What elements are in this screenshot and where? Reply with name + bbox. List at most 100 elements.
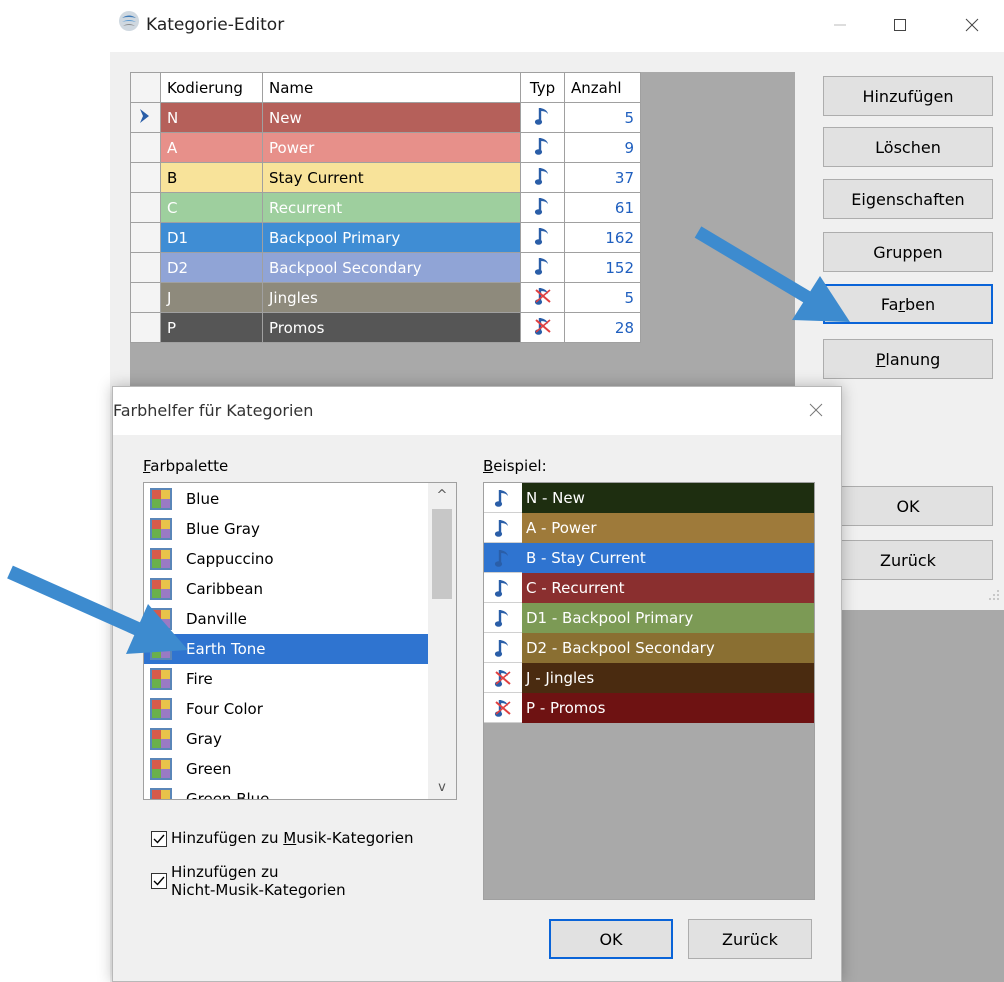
add-to-music-checkbox[interactable]: Hinzufügen zu Musik-Kategorien [151, 829, 413, 847]
category-grid[interactable]: Kodierung Name Typ Anzahl N New 5 A Power 9 B S… [130, 72, 641, 343]
cell-code[interactable]: A [160, 132, 263, 163]
cell-count[interactable]: 9 [564, 132, 641, 163]
palette-item[interactable]: Green Blue [144, 784, 428, 799]
cell-count[interactable]: 37 [564, 162, 641, 193]
column-header-count[interactable]: Anzahl [564, 72, 641, 103]
main-back-label: Zurück [880, 550, 936, 570]
cell-code[interactable]: J [160, 282, 263, 313]
cell-count[interactable]: 5 [564, 102, 641, 133]
delete-button[interactable]: Löschen [823, 127, 993, 167]
cell-code[interactable]: D2 [160, 252, 263, 283]
cell-code[interactable]: N [160, 102, 263, 133]
dialog-ok-button[interactable]: OK [549, 919, 673, 959]
cell-code[interactable]: P [160, 312, 263, 343]
palette-item[interactable]: Blue Gray [144, 514, 428, 544]
app-icon [119, 11, 139, 31]
table-row[interactable]: D1 Backpool Primary 162 [130, 222, 641, 253]
resize-grip-icon[interactable] [987, 588, 1001, 602]
column-header-name[interactable]: Name [262, 72, 521, 103]
non-music-note-icon [520, 312, 565, 343]
main-ok-button[interactable]: OK [823, 486, 993, 526]
colors-button-label: Farben [880, 294, 936, 314]
close-button[interactable] [948, 8, 996, 42]
properties-button-label: Eigenschaften [851, 189, 965, 209]
palette-item-label: Blue [186, 490, 220, 508]
palette-swatch-icon [150, 758, 172, 780]
cell-name[interactable]: Recurrent [262, 192, 521, 223]
cell-name[interactable]: Stay Current [262, 162, 521, 193]
table-row[interactable]: J Jingles 5 [130, 282, 641, 313]
cell-code[interactable]: D1 [160, 222, 263, 253]
properties-button[interactable]: Eigenschaften [823, 179, 993, 219]
cell-name[interactable]: Backpool Primary [262, 222, 521, 253]
main-ok-label: OK [896, 496, 920, 516]
add-button-label: Hinzufügen [862, 86, 954, 106]
row-selector[interactable] [130, 282, 161, 313]
palette-item[interactable]: Gray [144, 724, 428, 754]
cell-count[interactable]: 5 [564, 282, 641, 313]
cell-name[interactable]: Promos [262, 312, 521, 343]
planning-button[interactable]: Planung [823, 339, 993, 379]
row-selector[interactable] [130, 222, 161, 253]
row-selector[interactable] [130, 252, 161, 283]
palette-item[interactable]: Four Color [144, 694, 428, 724]
cell-count[interactable]: 28 [564, 312, 641, 343]
minimize-icon [834, 24, 846, 26]
row-selector[interactable] [130, 162, 161, 193]
scroll-down-icon[interactable]: v [428, 775, 456, 799]
cell-code[interactable]: C [160, 192, 263, 223]
dialog-close-icon[interactable] [805, 399, 827, 421]
checkbox-nonmusic-box[interactable] [151, 873, 167, 889]
example-row: N - New [484, 483, 814, 513]
scroll-thumb[interactable] [432, 509, 452, 599]
example-row: A - Power [484, 513, 814, 543]
checkbox-music-box[interactable] [151, 831, 167, 847]
example-row: D1 - Backpool Primary [484, 603, 814, 633]
column-header-code[interactable]: Kodierung [160, 72, 263, 103]
cell-name[interactable]: Power [262, 132, 521, 163]
title-bar: Kategorie-Editor [110, 0, 1004, 52]
row-selector[interactable] [130, 192, 161, 223]
row-selector[interactable] [130, 132, 161, 163]
table-row[interactable]: P Promos 28 [130, 312, 641, 343]
dialog-back-button[interactable]: Zurück [688, 919, 812, 959]
minimize-button[interactable] [816, 8, 864, 42]
example-row-label: P - Promos [522, 693, 814, 723]
palette-item-label: Blue Gray [186, 520, 260, 538]
palette-swatch-icon [150, 668, 172, 690]
table-row[interactable]: D2 Backpool Secondary 152 [130, 252, 641, 283]
cell-name[interactable]: New [262, 102, 521, 133]
main-back-button[interactable]: Zurück [823, 540, 993, 580]
example-row: B - Stay Current [484, 543, 814, 573]
non-music-note-icon [484, 693, 522, 723]
example-row-label: A - Power [522, 513, 814, 543]
table-row[interactable]: N New 5 [130, 102, 641, 133]
palette-scrollbar[interactable]: ^ v [428, 483, 456, 799]
current-row-icon [139, 108, 149, 123]
table-row[interactable]: C Recurrent 61 [130, 192, 641, 223]
example-row-label: N - New [522, 483, 814, 513]
planning-button-label: Planung [875, 349, 941, 369]
example-row-label: D2 - Backpool Secondary [522, 633, 814, 663]
maximize-button[interactable] [876, 8, 924, 42]
palette-item[interactable]: Green [144, 754, 428, 784]
scroll-up-icon[interactable]: ^ [428, 483, 456, 507]
cell-count[interactable]: 61 [564, 192, 641, 223]
table-row[interactable]: B Stay Current 37 [130, 162, 641, 193]
add-to-nonmusic-checkbox[interactable]: Hinzufügen zu Nicht-Musik-Kategorien [151, 863, 346, 899]
column-header-type[interactable]: Typ [520, 72, 565, 103]
add-button[interactable]: Hinzufügen [823, 76, 993, 116]
row-selector[interactable] [130, 102, 161, 133]
cell-count[interactable]: 152 [564, 252, 641, 283]
cell-count[interactable]: 162 [564, 222, 641, 253]
row-selector[interactable] [130, 312, 161, 343]
table-row[interactable]: A Power 9 [130, 132, 641, 163]
example-row-label: B - Stay Current [522, 543, 814, 573]
cell-name[interactable]: Backpool Secondary [262, 252, 521, 283]
cell-code[interactable]: B [160, 162, 263, 193]
example-label: Beispiel: [483, 457, 547, 475]
example-preview: N - New A - Power B - Stay Current C - Recu… [483, 482, 815, 900]
cell-name[interactable]: Jingles [262, 282, 521, 313]
dialog-ok-label: OK [599, 929, 623, 949]
palette-item[interactable]: Blue [144, 484, 428, 514]
